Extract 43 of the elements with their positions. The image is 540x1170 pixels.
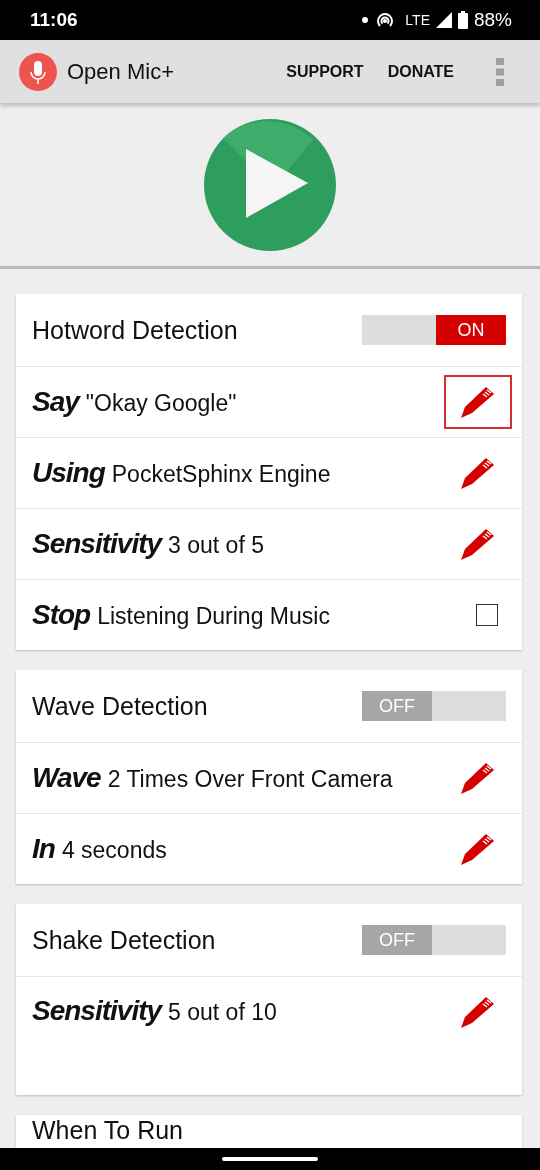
play-button[interactable] <box>203 118 337 252</box>
pencil-icon <box>460 385 496 419</box>
action-button[interactable]: SUPPORT <box>286 62 364 81</box>
pencil-icon <box>460 832 496 866</box>
notification-dot-icon <box>361 16 370 24</box>
status-time: 11:06 <box>30 9 78 31</box>
setting-label: Wave <box>32 762 101 794</box>
toggle-switch[interactable]: ON <box>362 315 506 345</box>
setting-value: "Okay Google" <box>85 390 237 417</box>
hotspot-icon <box>375 11 396 29</box>
setting-label: Using <box>32 457 105 489</box>
setting-label: Sensitivity <box>32 995 162 1027</box>
microphone-icon <box>19 52 57 91</box>
battery-level: 88% <box>473 9 512 31</box>
setting-label: Say <box>32 386 79 418</box>
battery-icon <box>457 11 468 29</box>
setting-value: 3 out of 5 <box>168 532 264 559</box>
network-type: LTE <box>405 12 430 28</box>
home-handle[interactable] <box>222 1157 318 1161</box>
section-title: Wave Detection <box>32 691 208 721</box>
checkbox[interactable] <box>476 604 498 626</box>
toggle-thumb: ON <box>436 315 506 345</box>
setting-value: PocketSphinx Engine <box>111 461 331 488</box>
section-title: When To Run <box>32 1116 183 1144</box>
setting-label: In <box>32 833 55 865</box>
pencil-icon <box>460 761 496 795</box>
setting-value: Listening During Music <box>97 603 330 630</box>
section-title: Hotword Detection <box>32 315 238 345</box>
setting-value: 4 seconds <box>61 837 167 864</box>
setting-label: Stop <box>32 599 91 631</box>
pencil-icon <box>460 456 496 490</box>
toggle-thumb: OFF <box>362 691 432 721</box>
setting-value: 5 out of 10 <box>168 999 277 1026</box>
section-title: Shake Detection <box>32 925 216 955</box>
pencil-icon <box>460 527 496 561</box>
edit-button[interactable] <box>444 375 512 429</box>
toggle-thumb: OFF <box>362 925 432 955</box>
setting-value: 2 Times Over Front Camera <box>107 766 393 793</box>
signal-icon <box>435 12 452 28</box>
pencil-icon <box>460 995 496 1029</box>
action-button[interactable]: DONATE <box>387 62 454 81</box>
setting-label: Sensitivity <box>32 528 162 560</box>
app-title: Open Mic+ <box>67 58 174 85</box>
